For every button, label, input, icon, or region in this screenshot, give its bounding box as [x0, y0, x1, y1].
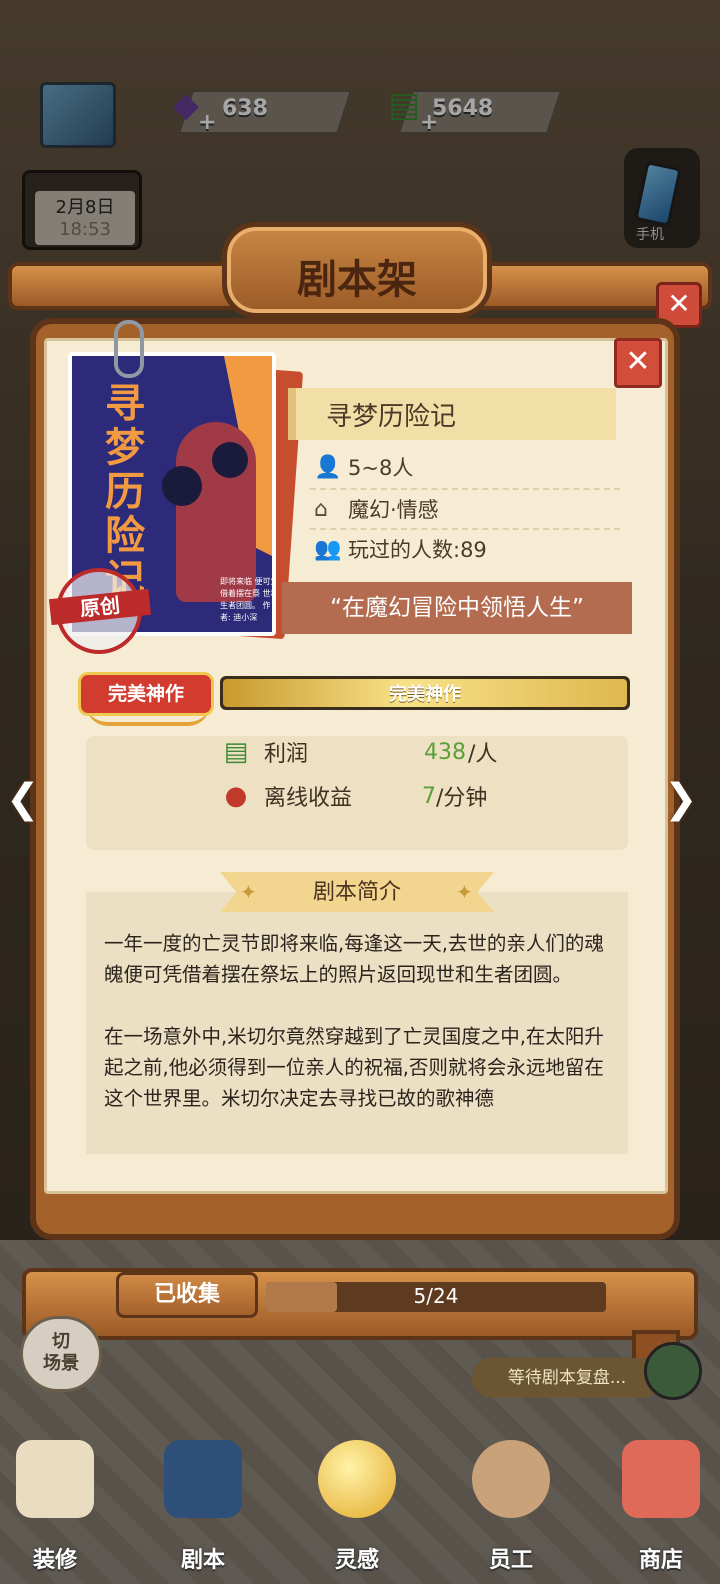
nav-script[interactable]: 剧本 — [148, 1440, 258, 1584]
poster-figure-head — [212, 442, 248, 478]
switch-scene-label: 切 场景 — [43, 1331, 79, 1374]
waiting-review-status: 等待剧本复盘... — [472, 1358, 662, 1398]
poster-small-text: 即将来临 便可凭借着摆在祭 世和生者团圆。 作者: 迪小深 — [220, 577, 276, 622]
nav-staff[interactable]: 员工 — [456, 1440, 566, 1584]
played-count: 玩过的人数:89 — [348, 538, 487, 562]
nav-shop[interactable]: 商店 — [606, 1440, 716, 1584]
switch-scene-button[interactable]: 切 场景 — [20, 1316, 102, 1392]
divider — [310, 488, 620, 490]
intro-text[interactable]: 一年一度的亡灵节即将来临,每逢这一天,去世的亲人们的魂魄便可凭借着摆在祭坛上的照… — [104, 928, 614, 1114]
profit-value: 438 — [424, 739, 466, 765]
crystal-ball-icon — [318, 1440, 396, 1518]
nav-label: 员工 — [488, 1548, 533, 1573]
players-row: 👤 5~8人 — [314, 452, 413, 482]
players-text: 5~8人 — [348, 456, 414, 480]
shelf-title: 剧本架 — [297, 257, 417, 303]
intro-paragraph: 一年一度的亡灵节即将来临,每逢这一天,去世的亲人们的魂魄便可凭借着摆在祭坛上的照… — [104, 932, 604, 986]
offline-unit: /分钟 — [436, 786, 488, 811]
shop-icon — [622, 1440, 700, 1518]
poster-figure-head — [162, 466, 202, 506]
intro-title: 剧本简介 — [312, 880, 401, 905]
profit-unit: /人 — [468, 742, 498, 767]
nav-label: 商店 — [638, 1548, 683, 1573]
script-slogan: “在魔幻冒险中领悟人生” — [282, 582, 632, 634]
paperclip-icon — [114, 320, 144, 378]
group-icon: 👥 — [314, 536, 342, 562]
nav-inspiration[interactable]: 灵感 — [302, 1440, 412, 1584]
nav-label: 灵感 — [334, 1548, 379, 1573]
house-icon — [16, 1440, 94, 1518]
person-icon: 👤 — [314, 454, 342, 480]
id-card-icon — [472, 1440, 550, 1518]
script-name: 寻梦历险记 — [326, 402, 457, 432]
offline-label: 离线收益 — [264, 786, 353, 811]
profit-label: 利润 — [264, 742, 309, 767]
played-row: 👥 玩过的人数:89 — [314, 534, 487, 564]
cash-icon: ▤ — [223, 737, 249, 767]
magnifier-icon[interactable] — [644, 1342, 702, 1400]
next-script-arrow-icon[interactable]: ❯ — [664, 776, 716, 836]
collection-progress-text: 5/24 — [413, 1284, 459, 1308]
nav-decorate[interactable]: 装修 — [0, 1440, 110, 1584]
book-icon — [164, 1440, 242, 1518]
stats-panel — [86, 736, 628, 850]
shelf-title-plaque: 剧本架 — [222, 222, 492, 318]
previous-script-arrow-icon[interactable]: ❮ — [6, 776, 58, 836]
money-bag-icon: ● — [224, 781, 248, 811]
rating-bar-text: 完美神作 — [389, 684, 461, 705]
close-button[interactable]: ✕ — [614, 338, 662, 388]
tags-row: ⌂ 魔幻·情感 — [314, 494, 439, 524]
tags-text: 魔幻·情感 — [348, 498, 439, 522]
tag-icon: ⌂ — [314, 496, 328, 522]
divider — [310, 528, 620, 530]
script-name-ribbon: 寻梦历险记 — [288, 388, 616, 440]
nav-label: 装修 — [32, 1548, 77, 1573]
intro-paragraph: 在一场意外中,米切尔竟然穿越到了亡灵国度之中,在太阳升起之前,他必须得到一位亲人… — [104, 1025, 604, 1110]
collected-label: 已收集 — [116, 1272, 258, 1318]
nav-label: 剧本 — [180, 1548, 225, 1573]
rating-badge: 完美神作 — [78, 672, 214, 716]
offline-value: 7 — [422, 783, 436, 809]
